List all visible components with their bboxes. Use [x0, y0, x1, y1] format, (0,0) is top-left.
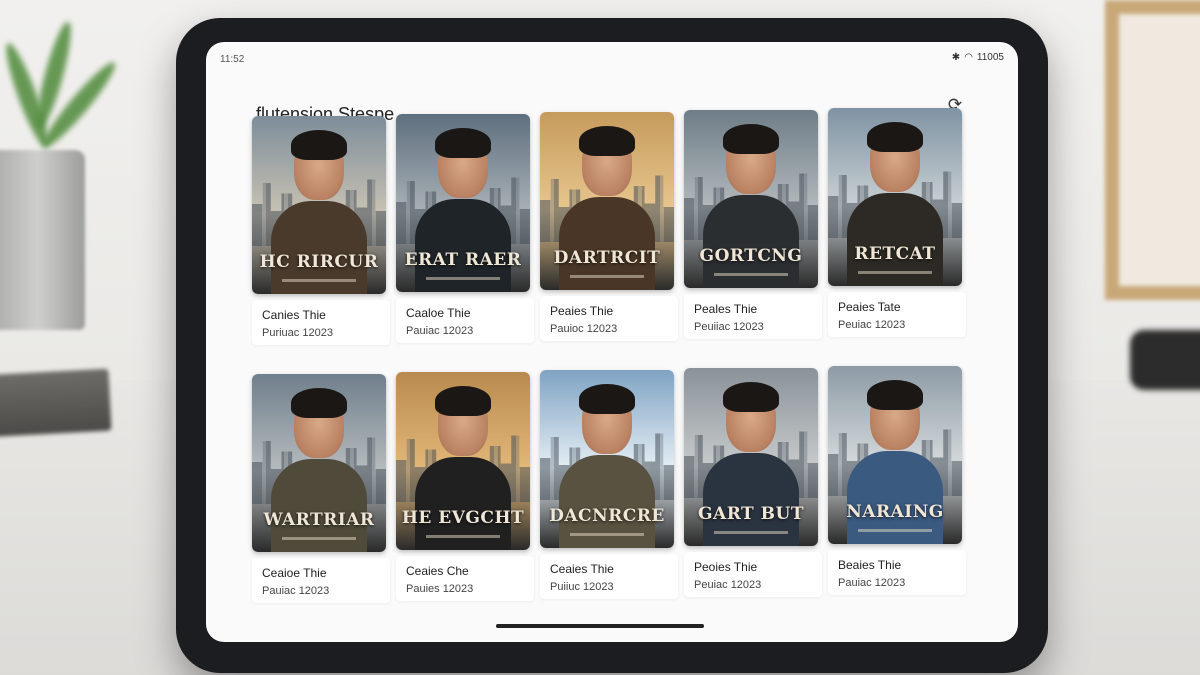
poster-tagline: [282, 537, 356, 540]
movie-subtitle: Pauioc 12023: [550, 323, 618, 335]
poster-tagline: [858, 529, 932, 532]
movie-caption: Ceaies Che Pauies 12023: [396, 556, 534, 601]
poster-tagline: [858, 271, 932, 274]
home-indicator[interactable]: [496, 624, 704, 628]
poster-figure-hair: [435, 386, 491, 416]
movie-card[interactable]: HC RIRCUR Canies Thie Puriuac 12023: [252, 116, 390, 345]
movie-title: Caaloe Thie: [406, 306, 471, 320]
movie-card[interactable]: NARAING Beaies Thie Pauiac 12023: [828, 366, 966, 595]
poster-tagline: [570, 533, 644, 536]
movie-caption: Ceaioe Thie Pauiac 12023: [252, 558, 390, 603]
poster-figure-hair: [579, 126, 635, 156]
poster-tagline: [714, 531, 788, 534]
poster-title: DARTRCIT: [553, 248, 661, 268]
movie-subtitle: Pauiac 12023: [262, 585, 330, 597]
wifi-icon: ◠: [964, 52, 973, 63]
movie-poster[interactable]: GORTCNG: [684, 110, 818, 288]
movie-card[interactable]: DACNRCRE Ceaies Thie Puiiuc 12023: [540, 370, 678, 599]
poster-title: GORTCNG: [699, 246, 803, 266]
movie-title: Canies Thie: [262, 308, 326, 322]
movie-title: Ceaies Thie: [550, 562, 614, 576]
poster-tagline: [714, 273, 788, 276]
movie-caption: Peaies Tate Peuiac 12023: [828, 292, 966, 337]
plant-pot: [0, 150, 85, 330]
poster-figure-hair: [867, 122, 923, 152]
poster-title: NARAING: [846, 502, 944, 522]
movie-card[interactable]: HE EVGCHT Ceaies Che Pauies 12023: [396, 372, 534, 601]
movie-card[interactable]: GORTCNG Peales Thie Peuiiac 12023: [684, 110, 822, 339]
movie-title: Peales Thie: [694, 302, 758, 316]
movie-title: Beaies Thie: [838, 558, 902, 572]
movie-caption: Peoies Thie Peuiac 12023: [684, 552, 822, 597]
poster-figure-hair: [435, 128, 491, 158]
poster-title: WARTRIAR: [263, 510, 375, 530]
poster-title: GART BUT: [698, 504, 804, 524]
movie-poster[interactable]: DARTRCIT: [540, 112, 674, 290]
movie-card[interactable]: ERAT RAER Caaloe Thie Pauiac 12023: [396, 114, 534, 343]
movie-caption: Canies Thie Puriuac 12023: [252, 300, 390, 345]
poster-figure-hair: [723, 124, 779, 154]
poster-tagline: [426, 277, 500, 280]
movie-card[interactable]: WARTRIAR Ceaioe Thie Pauiac 12023: [252, 374, 390, 603]
tablet-device: 11:52 ✱ ◠ 11005 flutension Stespe ⟳ HC R…: [176, 18, 1048, 673]
movie-poster[interactable]: NARAING: [828, 366, 962, 544]
battery-readout: 11005: [976, 52, 1004, 63]
poster-title: ERAT RAER: [404, 250, 522, 270]
movie-subtitle: Puriuac 12023: [262, 327, 333, 339]
movie-subtitle: Pauies 12023: [406, 583, 474, 595]
movie-subtitle: Pauiac 12023: [406, 325, 474, 337]
background-object: [1130, 330, 1200, 390]
movie-poster[interactable]: DACNRCRE: [540, 370, 674, 548]
picture-frame: [1105, 0, 1200, 300]
movie-card[interactable]: DARTRCIT Peaies Thie Pauioc 12023: [540, 112, 678, 341]
tablet-screen: 11:52 ✱ ◠ 11005 flutension Stespe ⟳ HC R…: [206, 42, 1018, 642]
movie-caption: Ceaies Thie Puiiuc 12023: [540, 554, 678, 599]
status-bar-right: ✱ ◠ 11005: [952, 52, 1004, 63]
poster-tagline: [282, 279, 356, 282]
movie-caption: Peaies Thie Pauioc 12023: [540, 296, 678, 341]
movie-poster[interactable]: WARTRIAR: [252, 374, 386, 552]
bluetooth-icon: ✱: [951, 52, 961, 63]
status-time: 11:52: [220, 54, 245, 65]
poster-figure-hair: [579, 384, 635, 414]
movie-caption: Beaies Thie Pauiac 12023: [828, 550, 966, 595]
movie-caption: Peales Thie Peuiiac 12023: [684, 294, 822, 339]
poster-tagline: [426, 535, 500, 538]
poster-title: RETCAT: [854, 244, 936, 264]
movie-title: Peaies Tate: [838, 300, 901, 314]
poster-tagline: [570, 275, 644, 278]
movie-title: Peaies Thie: [550, 304, 614, 318]
movie-card[interactable]: GART BUT Peoies Thie Peuiac 12023: [684, 368, 822, 597]
movie-subtitle: Peuiac 12023: [838, 319, 906, 331]
movie-poster[interactable]: GART BUT: [684, 368, 818, 546]
movie-poster[interactable]: HE EVGCHT: [396, 372, 530, 550]
movie-poster[interactable]: HC RIRCUR: [252, 116, 386, 294]
poster-figure-hair: [867, 380, 923, 410]
movie-subtitle: Peuiac 12023: [694, 579, 762, 591]
movie-card[interactable]: RETCAT Peaies Tate Peuiac 12023: [828, 108, 966, 337]
poster-title: DACNRCRE: [549, 506, 665, 526]
movie-subtitle: Pauiac 12023: [838, 577, 906, 589]
poster-figure-hair: [723, 382, 779, 412]
movie-title: Peoies Thie: [694, 560, 758, 574]
movie-subtitle: Peuiiac 12023: [694, 321, 764, 333]
poster-title: HE EVGCHT: [401, 508, 525, 528]
poster-title: HC RIRCUR: [259, 252, 379, 272]
poster-figure-hair: [291, 388, 347, 418]
book: [0, 368, 112, 438]
movie-poster[interactable]: RETCAT: [828, 108, 962, 286]
movie-subtitle: Puiiuc 12023: [550, 581, 614, 593]
movie-caption: Caaloe Thie Pauiac 12023: [396, 298, 534, 343]
movie-poster[interactable]: ERAT RAER: [396, 114, 530, 292]
movie-title: Ceaioe Thie: [262, 566, 327, 580]
poster-figure-hair: [291, 130, 347, 160]
movie-title: Ceaies Che: [406, 564, 469, 578]
